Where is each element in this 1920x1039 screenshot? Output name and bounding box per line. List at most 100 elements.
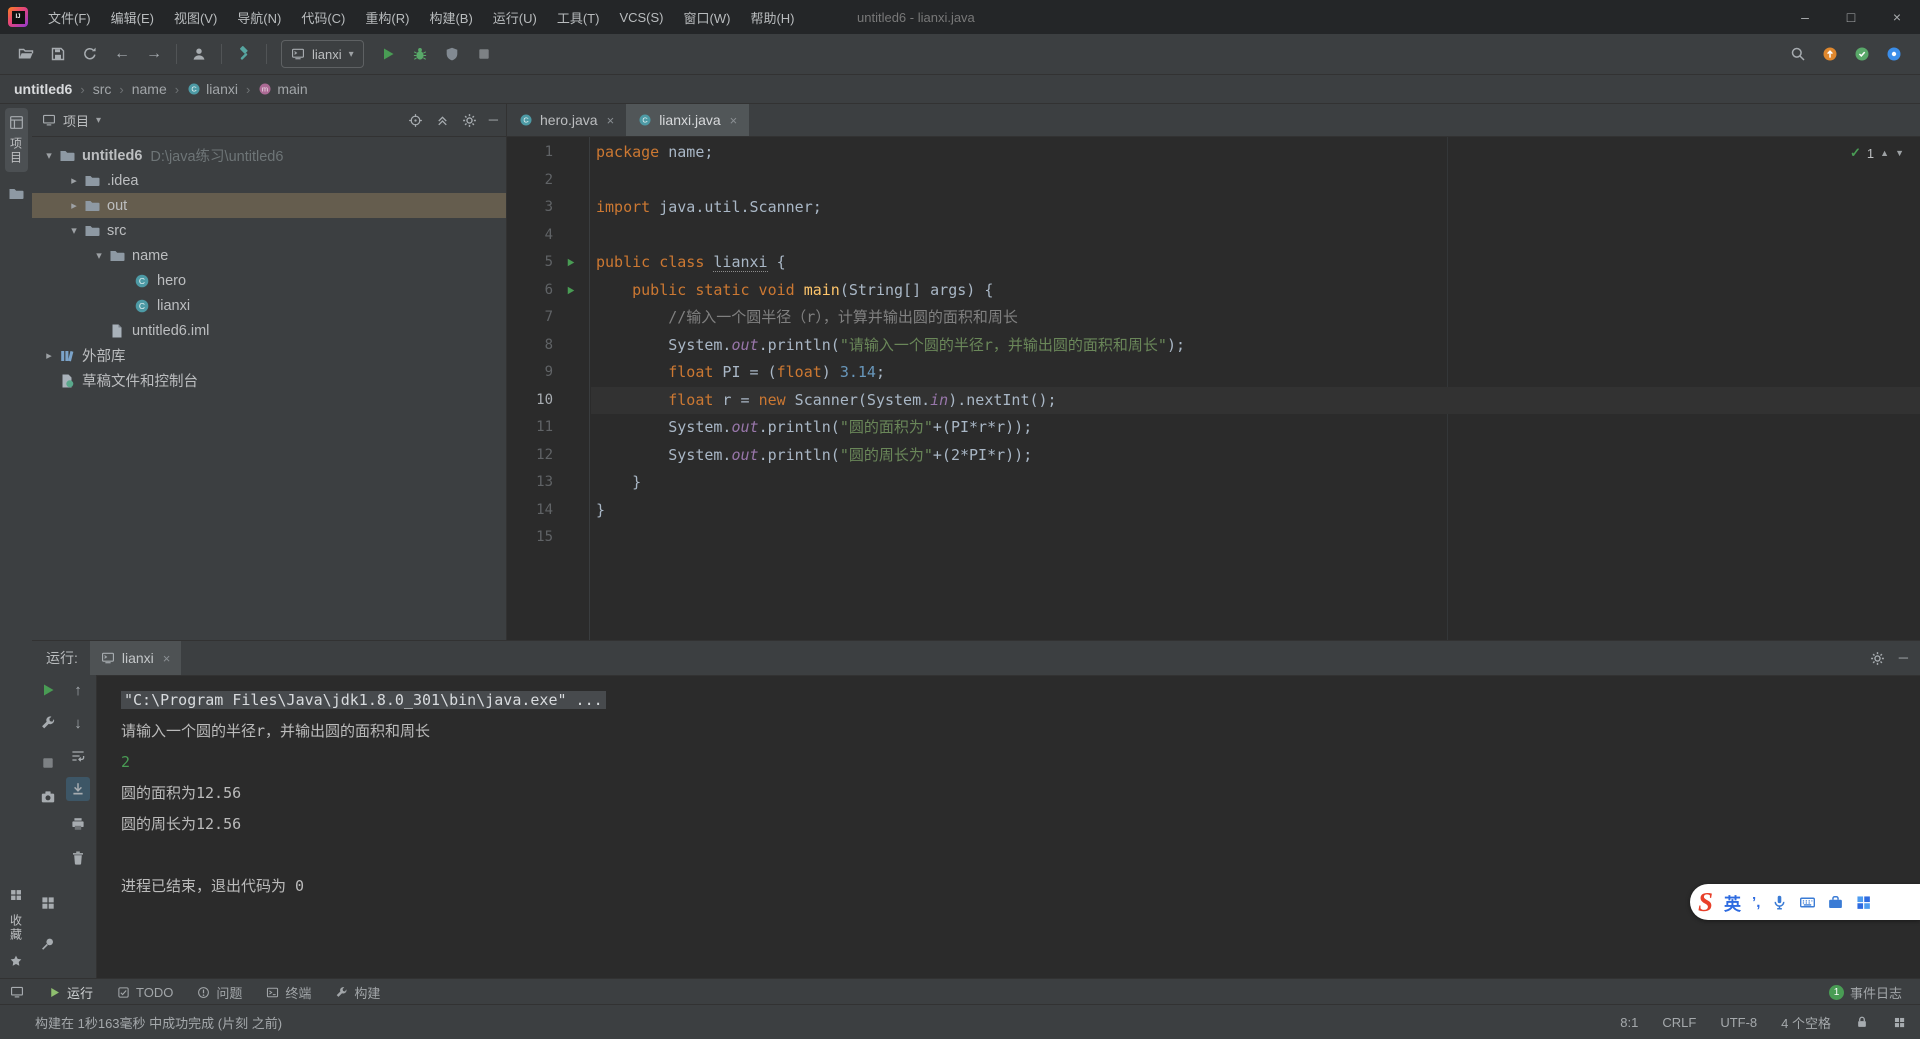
tree-item-untitled6[interactable]: ▾untitled6D:\java练习\untitled6 bbox=[32, 143, 506, 168]
camera-button[interactable] bbox=[36, 785, 60, 809]
tree-item-src[interactable]: ▾src bbox=[32, 218, 506, 243]
tree-expand-icon[interactable]: ▾ bbox=[90, 249, 108, 262]
menu-item[interactable]: 视图(V) bbox=[164, 0, 227, 34]
toolwindow-button-问题[interactable]: 问题 bbox=[197, 983, 242, 1002]
stop-button[interactable] bbox=[36, 751, 60, 775]
toolbox-icon[interactable] bbox=[1827, 894, 1844, 911]
tree-item-name[interactable]: ▾name bbox=[32, 243, 506, 268]
close-icon[interactable]: × bbox=[730, 113, 738, 128]
indent-style[interactable]: 4 个空格 bbox=[1781, 1013, 1831, 1032]
tree-item-hero[interactable]: Chero bbox=[32, 268, 506, 293]
tree-item-out[interactable]: ▸out bbox=[32, 193, 506, 218]
layout-icon[interactable] bbox=[9, 888, 23, 902]
minimize-button[interactable]: – bbox=[1782, 0, 1828, 34]
coverage-button[interactable] bbox=[438, 40, 466, 68]
locate-icon[interactable] bbox=[408, 113, 423, 128]
menu-item[interactable]: 运行(U) bbox=[483, 0, 547, 34]
menu-item[interactable]: VCS(S) bbox=[609, 0, 673, 34]
menu-item[interactable]: 导航(N) bbox=[227, 0, 291, 34]
toolwindow-button-运行[interactable]: 运行 bbox=[48, 983, 93, 1002]
tree-item-草稿文件和控制台[interactable]: 草稿文件和控制台 bbox=[32, 368, 506, 393]
rerun-button[interactable] bbox=[36, 678, 60, 702]
breadcrumb-item-untitled6[interactable]: untitled6 bbox=[14, 81, 72, 97]
run-button[interactable] bbox=[374, 40, 402, 68]
star-icon[interactable] bbox=[9, 954, 23, 968]
user-button[interactable] bbox=[185, 40, 213, 68]
gear-icon[interactable] bbox=[462, 113, 477, 128]
hammer-button[interactable] bbox=[230, 40, 258, 68]
gear-icon[interactable] bbox=[1870, 651, 1885, 666]
keyboard-icon[interactable] bbox=[1799, 894, 1816, 911]
tree-item-外部库[interactable]: ▸外部库 bbox=[32, 343, 506, 368]
line-separator[interactable]: CRLF bbox=[1662, 1015, 1696, 1030]
run-gutter-icon[interactable] bbox=[561, 249, 579, 277]
tab-lianxi.java[interactable]: Clianxi.java× bbox=[626, 104, 749, 136]
up-button[interactable]: ↑ bbox=[66, 678, 90, 702]
close-button[interactable]: × bbox=[1874, 0, 1920, 34]
run-gutter-icon[interactable] bbox=[561, 277, 579, 305]
caret-position[interactable]: 8:1 bbox=[1620, 1015, 1638, 1030]
back-button[interactable]: ← bbox=[108, 40, 136, 68]
tree-expand-icon[interactable]: ▾ bbox=[40, 149, 58, 162]
plugin-blue-button[interactable] bbox=[1880, 40, 1908, 68]
stripe-tab-project[interactable]: 项目 bbox=[5, 108, 28, 172]
trash-button[interactable] bbox=[66, 846, 90, 870]
breadcrumb-item-name[interactable]: name bbox=[132, 81, 167, 97]
down-button[interactable]: ↓ bbox=[66, 711, 90, 735]
next-problem-icon[interactable]: ▼ bbox=[1895, 148, 1904, 158]
search-button[interactable] bbox=[1784, 40, 1812, 68]
sogou-logo[interactable]: S bbox=[1698, 887, 1713, 918]
toolwindow-button-终端[interactable]: 终端 bbox=[266, 983, 311, 1002]
layout-button[interactable] bbox=[36, 891, 60, 915]
menu-item[interactable]: 重构(R) bbox=[355, 0, 419, 34]
tree-expand-icon[interactable]: ▸ bbox=[65, 174, 83, 187]
close-icon[interactable]: × bbox=[163, 651, 171, 666]
tab-hero.java[interactable]: Chero.java× bbox=[507, 104, 626, 136]
lock-icon[interactable] bbox=[1855, 1015, 1869, 1029]
mic-icon[interactable] bbox=[1771, 894, 1788, 911]
sync-button[interactable] bbox=[76, 40, 104, 68]
save-button[interactable] bbox=[44, 40, 72, 68]
inspection-widget[interactable]: ✓ 1 ▲ ▼ bbox=[1850, 145, 1904, 161]
menu-item[interactable]: 文件(F) bbox=[38, 0, 101, 34]
run-tab-lianxi[interactable]: lianxi × bbox=[90, 641, 182, 675]
apps-icon[interactable] bbox=[1855, 894, 1872, 911]
stop-button[interactable] bbox=[470, 40, 498, 68]
menu-item[interactable]: 构建(B) bbox=[419, 0, 482, 34]
toolwindow-button-TODO[interactable]: TODO bbox=[117, 985, 173, 1000]
close-icon[interactable]: × bbox=[607, 113, 615, 128]
chevron-down-icon[interactable]: ▾ bbox=[96, 115, 101, 126]
tree-item-untitled6.iml[interactable]: untitled6.iml bbox=[32, 318, 506, 343]
status-widget-icon[interactable] bbox=[1893, 1016, 1906, 1029]
update-button[interactable] bbox=[1816, 40, 1844, 68]
breadcrumb-item-lianxi[interactable]: Clianxi bbox=[187, 81, 238, 97]
folder-icon[interactable] bbox=[8, 186, 24, 202]
toolwindow-button-构建[interactable]: 构建 bbox=[335, 983, 380, 1002]
forward-button[interactable]: → bbox=[140, 40, 168, 68]
wrench-button[interactable] bbox=[36, 711, 60, 735]
ime-mode-toggle[interactable]: 英 bbox=[1724, 890, 1741, 915]
printer-button[interactable] bbox=[66, 812, 90, 836]
tree-expand-icon[interactable]: ▸ bbox=[65, 199, 83, 212]
plugin-green-button[interactable] bbox=[1848, 40, 1876, 68]
breadcrumb-item-main[interactable]: mmain bbox=[258, 81, 307, 97]
breadcrumb-item-src[interactable]: src bbox=[93, 81, 112, 97]
stripe-favorites-label[interactable]: 收藏 bbox=[8, 914, 25, 942]
menu-item[interactable]: 窗口(W) bbox=[674, 0, 741, 34]
tree-expand-icon[interactable]: ▾ bbox=[65, 224, 83, 237]
tree-expand-icon[interactable]: ▸ bbox=[40, 349, 58, 362]
prev-problem-icon[interactable]: ▲ bbox=[1880, 148, 1889, 158]
run-config-combo[interactable]: lianxi ▾ bbox=[281, 40, 364, 68]
project-panel-title[interactable]: 项目 bbox=[63, 111, 89, 130]
tool-window-switcher-icon[interactable] bbox=[10, 985, 24, 999]
debug-button[interactable] bbox=[406, 40, 434, 68]
menu-item[interactable]: 编辑(E) bbox=[101, 0, 164, 34]
editor-body[interactable]: 1package name;23import java.util.Scanner… bbox=[507, 137, 1920, 640]
menu-item[interactable]: 工具(T) bbox=[547, 0, 610, 34]
menu-item[interactable]: 代码(C) bbox=[291, 0, 355, 34]
ime-punctuation[interactable]: ’, bbox=[1752, 894, 1760, 911]
ime-toolbar[interactable]: S 英 ’, bbox=[1690, 884, 1920, 920]
pin-button[interactable] bbox=[36, 932, 60, 956]
event-log-button[interactable]: 1事件日志 bbox=[1829, 983, 1902, 1002]
file-encoding[interactable]: UTF-8 bbox=[1720, 1015, 1757, 1030]
